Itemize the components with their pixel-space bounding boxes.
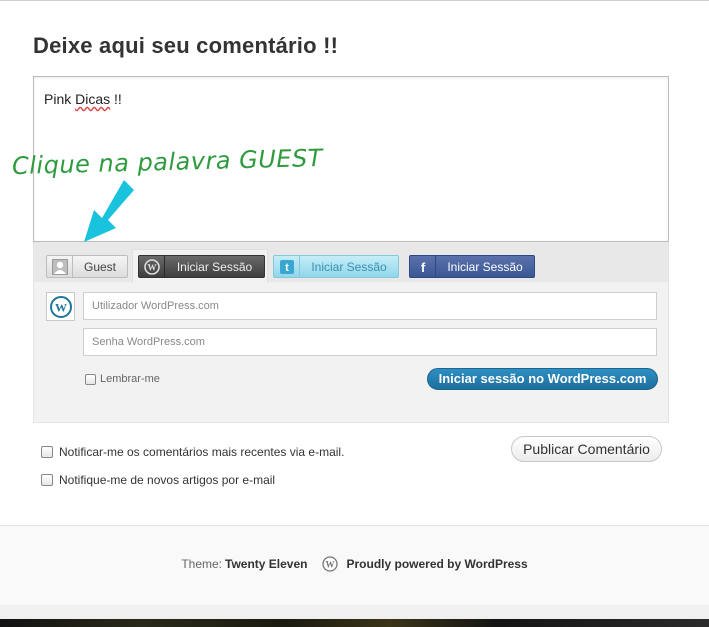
- remember-me[interactable]: Lembrar-me: [85, 373, 160, 385]
- notify-posts-option[interactable]: Notifique-me de novos artigos por e-mail: [41, 473, 275, 487]
- login-panel: Guest W Iniciar Sessão t Iniciar Sessão …: [33, 242, 669, 423]
- pointer-arrow-icon: [84, 180, 134, 242]
- comment-text: Pink Dicas !!: [44, 91, 122, 107]
- notify-comments-label: Notificar-me os comentários mais recente…: [59, 445, 345, 459]
- twitter-icon: t: [274, 255, 300, 278]
- wordpress-icon: W: [139, 255, 165, 278]
- password-input[interactable]: [83, 328, 657, 356]
- notify-comments-checkbox[interactable]: [41, 446, 53, 458]
- footer-credits: Theme: Twenty Eleven W Proudly powered b…: [0, 556, 709, 572]
- tab-guest[interactable]: Guest: [46, 255, 128, 278]
- notify-comments-option[interactable]: Notificar-me os comentários mais recente…: [41, 445, 344, 459]
- misspelled-word: Dicas: [75, 91, 111, 107]
- tab-wordpress[interactable]: W Iniciar Sessão: [138, 255, 265, 278]
- tab-wordpress-label: Iniciar Sessão: [176, 259, 253, 274]
- comment-text-prefix: Pink: [44, 91, 76, 107]
- theme-prefix: Theme:: [181, 557, 223, 571]
- page-title: Deixe aqui seu comentário !!: [33, 33, 339, 58]
- site-footer: Theme: Twenty Eleven W Proudly powered b…: [0, 525, 709, 605]
- background-image-edge: [0, 619, 709, 627]
- notify-posts-label: Notifique-me de novos artigos por e-mail: [59, 473, 276, 487]
- theme-link[interactable]: Twenty Eleven: [225, 557, 307, 571]
- svg-text:t: t: [285, 262, 289, 274]
- user-icon: [47, 255, 73, 278]
- tab-facebook[interactable]: f Iniciar Sessão: [409, 255, 535, 278]
- wordpress-logo-icon: W: [46, 292, 75, 321]
- tab-twitter[interactable]: t Iniciar Sessão: [273, 255, 399, 278]
- tab-guest-label: Guest: [83, 259, 116, 274]
- publish-comment-button[interactable]: Publicar Comentário: [511, 436, 662, 462]
- powered-by-link[interactable]: Proudly powered by WordPress: [347, 557, 528, 571]
- svg-text:W: W: [55, 300, 67, 314]
- tab-facebook-label: Iniciar Sessão: [447, 259, 523, 274]
- facebook-icon: f: [410, 255, 436, 278]
- svg-text:W: W: [325, 560, 334, 570]
- wordpress-login-button[interactable]: Iniciar sessão no WordPress.com: [427, 368, 658, 390]
- username-input[interactable]: [83, 292, 657, 320]
- wordpress-footer-icon: W: [321, 556, 338, 572]
- comment-text-suffix: !!: [110, 91, 122, 107]
- svg-text:f: f: [420, 260, 425, 274]
- remember-checkbox[interactable]: [85, 373, 96, 385]
- svg-text:W: W: [147, 262, 156, 272]
- tab-twitter-label: Iniciar Sessão: [311, 259, 387, 274]
- top-border: [0, 0, 709, 1]
- notify-posts-checkbox[interactable]: [41, 474, 53, 486]
- page-bottom-strip: [0, 605, 709, 627]
- remember-label: Lembrar-me: [100, 373, 160, 385]
